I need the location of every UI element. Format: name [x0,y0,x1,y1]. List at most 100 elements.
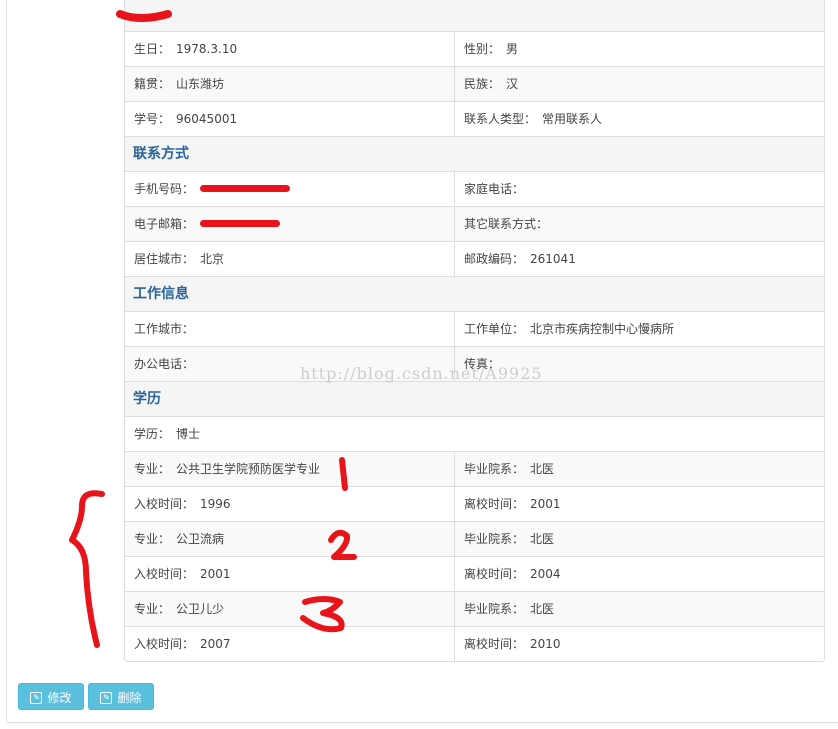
row-sec-basic: 基本 [125,0,824,31]
cell-r: 性别： 男 [455,32,824,66]
field-label: 电子邮箱： [134,217,195,231]
edit-square-icon: ✎ [30,691,43,704]
row-sec-edu: 学历 [125,381,824,416]
cell-l: 专业： 公卫流病 [125,522,455,556]
field-label: 工作城市： [134,322,195,336]
profile-info-table: 基本生日： 1978.3.10 性别： 男籍贯： 山东潍坊 民族： 汉学号： 96045001… [124,0,825,662]
field-label: 入校时间： [134,567,195,581]
field-value: 汉 [506,77,519,91]
section-title: 学历 [133,391,161,407]
row-birth-gender: 生日： 1978.3.10 性别： 男 [125,31,824,66]
field-value: 1978.3.10 [176,42,238,56]
row-sec-work: 工作信息 [125,276,824,311]
row-student-contact: 学号： 96045001 联系人类型： 常用联系人 [125,101,824,136]
row-city-zip: 居住城市： 北京 邮政编码： 261041 [125,241,824,276]
cell-r: 其它联系方式： [455,207,824,241]
field-label: 离校时间： [464,637,525,651]
cell-r: 家庭电话： [455,172,824,206]
cell-r: 离校时间： 2010 [455,627,824,661]
field-label: 入校时间： [134,637,195,651]
section-title: 工作信息 [133,286,189,302]
cell-r: 毕业院系： 北医 [455,592,824,626]
field-value: 2004 [530,567,561,581]
field-value: 261041 [530,252,576,266]
field-label: 居住城市： [134,252,195,266]
field-label: 其它联系方式： [464,217,549,231]
row-major1: 专业： 公共卫生学院预防医学专业 毕业院系： 北医 [125,451,824,486]
cell-r: 离校时间： 2001 [455,487,824,521]
field-label: 籍贯： [134,77,171,91]
edit-button-label: 修改 [47,691,72,705]
field-value: 公卫儿少 [176,602,225,616]
field-value: 北医 [530,532,555,546]
delete-button-label: 删除 [117,691,142,705]
row-major2: 专业： 公卫流病 毕业院系： 北医 [125,521,824,556]
row-mobile-home: 手机号码： 家庭电话： [125,171,824,206]
field-value: 博士 [176,427,201,441]
row-degree: 学历： 博士 [125,416,824,451]
cell-r: 离校时间： 2004 [455,557,824,591]
cell-l: 居住城市： 北京 [125,242,455,276]
row-years1: 入校时间： 1996 离校时间： 2001 [125,486,824,521]
cell-l: 籍贯： 山东潍坊 [125,67,455,101]
redaction-scribble [200,220,281,227]
cell-l: 专业： 公卫儿少 [125,592,455,626]
profile-panel: 基本生日： 1978.3.10 性别： 男籍贯： 山东潍坊 民族： 汉学号： 96045001… [6,0,838,723]
cell-l: 手机号码： [125,172,455,206]
field-value: 1996 [200,497,231,511]
field-label: 毕业院系： [464,602,525,616]
row-major3: 专业： 公卫儿少 毕业院系： 北医 [125,591,824,626]
field-label: 专业： [134,602,171,616]
edit-button[interactable]: ✎ 修改 [18,683,84,710]
field-label: 毕业院系： [464,462,525,476]
field-value: 常用联系人 [542,112,603,126]
field-label: 工作单位： [464,322,525,336]
cell-l: 入校时间： 2001 [125,557,455,591]
field-value: 北医 [530,602,555,616]
field-value: 2010 [530,637,561,651]
field-label: 性别： [464,42,501,56]
watermark: http://blog.csdn.net/A9925 [300,364,543,383]
row-sec-contact: 联系方式 [125,136,824,171]
field-value: 2001 [530,497,561,511]
cell-r: 联系人类型： 常用联系人 [455,102,824,136]
row-years3: 入校时间： 2007 离校时间： 2010 [125,626,824,661]
field-label: 民族： [464,77,501,91]
cell-r: 毕业院系： 北医 [455,452,824,486]
cell-r: 毕业院系： 北医 [455,522,824,556]
field-label: 离校时间： [464,497,525,511]
field-label: 入校时间： [134,497,195,511]
field-label: 学号： [134,112,171,126]
field-value: 96045001 [176,112,238,126]
cell-l: 入校时间： 1996 [125,487,455,521]
field-value: 北京市疾病控制中心慢病所 [530,322,675,336]
field-label: 家庭电话： [464,182,525,196]
field-value: 公卫流病 [176,532,225,546]
cell-l: 专业： 公共卫生学院预防医学专业 [125,452,455,486]
field-label: 专业： [134,532,171,546]
field-value: 2001 [200,567,231,581]
row-years2: 入校时间： 2001 离校时间： 2004 [125,556,824,591]
field-label: 生日： [134,42,171,56]
field-value: 公共卫生学院预防医学专业 [176,462,321,476]
field-value: 男 [506,42,519,56]
cell-r: 工作单位： 北京市疾病控制中心慢病所 [455,312,824,346]
field-label: 邮政编码： [464,252,525,266]
field-label: 手机号码： [134,182,195,196]
field-value: 2007 [200,637,231,651]
row-workcity-employer: 工作城市： 工作单位： 北京市疾病控制中心慢病所 [125,311,824,346]
field-label: 联系人类型： [464,112,537,126]
cell-r: 邮政编码： 261041 [455,242,824,276]
cell-r: 民族： 汉 [455,67,824,101]
redaction-scribble [200,185,291,192]
section-title: 联系方式 [133,146,189,162]
row-hometown-ethnic: 籍贯： 山东潍坊 民族： 汉 [125,66,824,101]
cell-l: 电子邮箱： [125,207,455,241]
cell-l: 学历： 博士 [125,417,824,451]
delete-button[interactable]: ✎ 删除 [88,683,154,710]
field-label: 办公电话： [134,357,195,371]
field-label: 毕业院系： [464,532,525,546]
field-value: 山东潍坊 [176,77,225,91]
cell-l: 入校时间： 2007 [125,627,455,661]
field-label: 离校时间： [464,567,525,581]
